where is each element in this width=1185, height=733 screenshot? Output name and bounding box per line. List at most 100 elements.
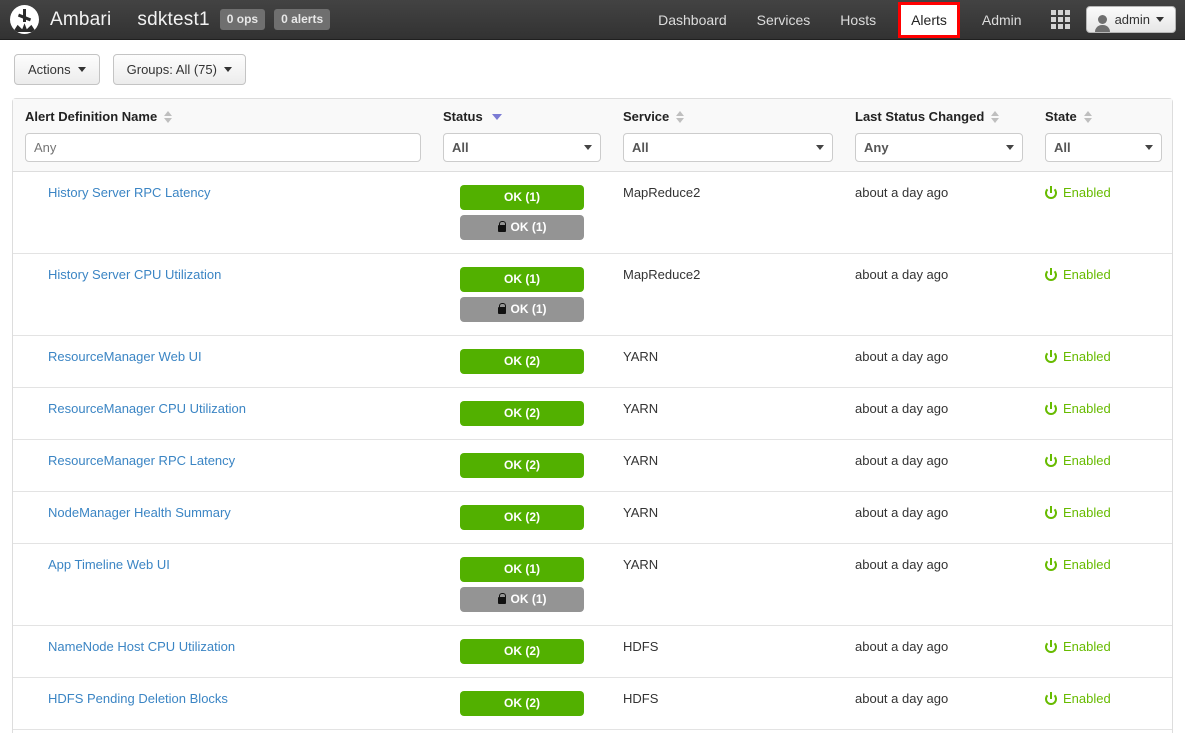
state-label: Enabled	[1063, 691, 1111, 706]
status-badge[interactable]: OK (1)	[460, 185, 584, 210]
cell-state: Enabled	[1033, 387, 1172, 440]
cell-status: OK (2)	[431, 677, 611, 730]
nav-item-services[interactable]: Services	[742, 0, 826, 40]
filter-alert-definition-name-input[interactable]	[25, 133, 421, 162]
nav-item-hosts[interactable]: Hosts	[825, 0, 891, 40]
sort-toggle-icon[interactable]	[991, 110, 1000, 123]
table-row: DataNode Health SummaryOK (2)HDFSabout a…	[13, 729, 1172, 733]
status-badge[interactable]: OK (1)	[460, 215, 584, 240]
cell-alert-definition-name: ResourceManager Web UI	[13, 335, 431, 388]
lock-icon	[497, 220, 506, 232]
sort-descending-icon[interactable]	[491, 113, 502, 120]
status-badge[interactable]: OK (2)	[460, 691, 584, 716]
state-label: Enabled	[1063, 639, 1111, 654]
nav-item-admin[interactable]: Admin	[967, 0, 1037, 40]
cell-service: MapReduce2	[611, 253, 843, 336]
user-avatar-icon	[1094, 15, 1110, 32]
status-badge[interactable]: OK (2)	[460, 453, 584, 478]
cluster-name[interactable]: sdktest1	[137, 9, 209, 31]
status-badge[interactable]: OK (2)	[460, 349, 584, 374]
status-badge[interactable]: OK (1)	[460, 557, 584, 582]
alert-definition-link[interactable]: NameNode Host CPU Utilization	[48, 639, 235, 655]
status-badge[interactable]: OK (2)	[460, 505, 584, 530]
cell-service: HDFS	[611, 625, 843, 678]
sort-toggle-icon[interactable]	[676, 110, 685, 123]
sort-toggle-icon[interactable]	[1083, 110, 1092, 123]
last-status-changed: about a day ago	[855, 691, 949, 706]
groups-button[interactable]: Groups: All (75)	[112, 54, 246, 85]
cell-status: OK (1) OK (1)	[431, 171, 611, 254]
service-name: HDFS	[623, 639, 659, 654]
service-name: MapReduce2	[623, 267, 701, 282]
power-icon	[1045, 505, 1057, 519]
sort-toggle-icon[interactable]	[164, 110, 173, 123]
state-label: Enabled	[1063, 267, 1111, 282]
filter-state-select[interactable]: All	[1045, 133, 1162, 162]
chevron-down-icon	[223, 67, 232, 72]
last-status-changed: about a day ago	[855, 505, 949, 520]
user-menu-button[interactable]: admin	[1085, 6, 1176, 33]
filter-status-value: All	[452, 140, 469, 155]
alert-definition-link[interactable]: HDFS Pending Deletion Blocks	[48, 691, 228, 707]
alert-definition-link[interactable]: NodeManager Health Summary	[48, 505, 231, 521]
filter-last-status-changed-select[interactable]: Any	[855, 133, 1023, 162]
cell-status: OK (2)	[431, 729, 611, 733]
nav-item-dashboard[interactable]: Dashboard	[643, 0, 742, 40]
brand-name[interactable]: Ambari	[50, 9, 111, 31]
lock-icon	[497, 302, 506, 314]
service-name: YARN	[623, 349, 659, 364]
status-badge[interactable]: OK (1)	[460, 267, 584, 292]
cell-state: Enabled	[1033, 253, 1172, 336]
table-row: ResourceManager CPU Utilization OK (2) YAR…	[13, 387, 1172, 440]
status-badge[interactable]: OK (1)	[460, 587, 584, 612]
lightning-bolt-icon	[25, 185, 39, 201]
state-label: Enabled	[1063, 557, 1111, 572]
column-header-alert-definition-name[interactable]: Alert Definition Name	[13, 99, 431, 172]
cell-last-status-changed: about a day ago	[843, 387, 1033, 440]
alert-definition-link[interactable]: App Timeline Web UI	[48, 557, 170, 573]
cell-service: MapReduce2	[611, 171, 843, 254]
service-name: YARN	[623, 557, 659, 572]
alert-definition-link[interactable]: ResourceManager Web UI	[48, 349, 202, 365]
ambari-logo-icon[interactable]	[10, 5, 39, 34]
ops-badge[interactable]: 0 ops	[219, 9, 266, 30]
alert-definition-link[interactable]: History Server RPC Latency	[48, 185, 211, 201]
actions-button-label: Actions	[28, 62, 71, 77]
column-header-status[interactable]: Status All	[431, 99, 611, 172]
table-row: NodeManager Health Summary OK (2) YARN abou…	[13, 491, 1172, 544]
column-header-last-status-changed[interactable]: Last Status Changed Any	[843, 99, 1033, 172]
column-header-state[interactable]: State All	[1033, 99, 1172, 172]
power-icon	[1045, 267, 1057, 281]
alert-definition-link[interactable]: ResourceManager RPC Latency	[48, 453, 235, 469]
alerts-badge[interactable]: 0 alerts	[274, 9, 331, 30]
actions-button[interactable]: Actions	[14, 54, 100, 85]
status-badge[interactable]: OK (2)	[460, 639, 584, 664]
last-status-changed: about a day ago	[855, 557, 949, 572]
cell-state: Enabled	[1033, 729, 1172, 733]
filter-service-value: All	[632, 140, 649, 155]
status-badge-label: OK (1)	[504, 562, 540, 576]
table-row: History Server CPU Utilization OK (1) OK (…	[13, 253, 1172, 336]
power-icon	[1045, 639, 1057, 653]
power-icon	[1045, 557, 1057, 571]
grid-apps-icon[interactable]	[1050, 10, 1070, 29]
column-label: Alert Definition Name	[25, 109, 158, 124]
table-row: NameNode Host CPU Utilization OK (2) HDFS a…	[13, 625, 1172, 678]
alert-definition-link[interactable]: ResourceManager CPU Utilization	[48, 401, 246, 417]
filter-status-select[interactable]: All	[443, 133, 601, 162]
alerts-table-body: History Server RPC Latency OK (1) OK (1) Ma…	[13, 171, 1172, 733]
column-label: Status	[443, 109, 483, 124]
status-badge[interactable]: OK (2)	[460, 401, 584, 426]
alert-definition-link[interactable]: History Server CPU Utilization	[48, 267, 221, 283]
filters-toolbar: Actions Groups: All (75)	[0, 40, 1185, 98]
cell-last-status-changed: about a day ago	[843, 171, 1033, 254]
filter-service-select[interactable]: All	[623, 133, 833, 162]
table-row: HDFS Pending Deletion Blocks OK (2) HDFS ab…	[13, 677, 1172, 730]
power-icon	[1045, 691, 1057, 705]
nav-item-alerts[interactable]: Alerts	[898, 1, 960, 38]
state-label: Enabled	[1063, 185, 1111, 200]
power-icon	[1045, 401, 1057, 415]
status-badge[interactable]: OK (1)	[460, 297, 584, 322]
status-badge-label: OK (2)	[504, 458, 540, 472]
column-header-service[interactable]: Service All	[611, 99, 843, 172]
